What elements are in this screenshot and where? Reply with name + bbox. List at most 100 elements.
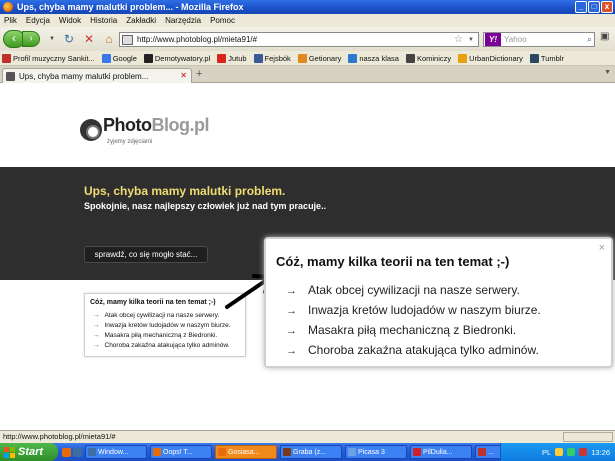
task-app-icon <box>478 448 486 456</box>
theories-title-small: Cóż, mamy kilka teorii na ten temat ;-) <box>90 299 216 306</box>
firefox-icon <box>3 2 13 12</box>
site-identity-icon[interactable] <box>122 34 133 45</box>
taskbar-task[interactable]: Window... <box>85 445 147 459</box>
menu-historia[interactable]: Historia <box>90 16 117 25</box>
menu-widok[interactable]: Widok <box>59 16 81 25</box>
url-bar[interactable]: http://www.photoblog.pl/mieta91/# ☆ ▼ <box>119 32 479 47</box>
bookmark-favicon-icon <box>529 53 539 63</box>
arrow-icon: → <box>93 312 100 319</box>
bookmark-item[interactable]: Kominiczy <box>405 53 451 63</box>
list-item: → Atak obcej cywilizacji na nasze serwery… <box>286 283 520 297</box>
back-forward-group: ‹ › <box>3 30 47 48</box>
menu-narzedzia[interactable]: Narzędzia <box>165 16 201 25</box>
photoblog-logo[interactable]: PhotoBlog.pl żyjemy zdjęciami <box>80 115 209 145</box>
check-what-happened-button[interactable]: sprawdź, co się mogło stać... <box>84 246 208 263</box>
arrow-icon: → <box>286 325 297 337</box>
search-input[interactable]: Yahoo <box>504 35 527 44</box>
bookmark-label: Profil muzyczny Sankit... <box>13 53 95 63</box>
forward-button[interactable]: › <box>22 31 40 47</box>
taskbar-task[interactable]: Picasa 3 <box>345 445 407 459</box>
tab-close-icon[interactable]: ✕ <box>180 71 187 80</box>
menu-zakladki[interactable]: Zakładki <box>126 16 156 25</box>
clock: 13:26 <box>591 447 610 457</box>
close-icon[interactable]: × <box>599 242 605 254</box>
tray-network-icon[interactable] <box>567 448 576 456</box>
logo-wordmark: PhotoBlog.pl <box>103 115 209 135</box>
task-label: Gosiasa... <box>228 448 260 456</box>
task-label: Graba (z... <box>293 448 327 456</box>
bookmark-favicon-icon <box>348 53 358 63</box>
reload-icon[interactable]: ↻ <box>61 31 77 47</box>
menu-edycja[interactable]: Edycja <box>26 16 50 25</box>
arrow-icon: → <box>286 345 297 357</box>
firefox-quicklaunch-icon[interactable] <box>62 447 71 457</box>
new-tab-button[interactable]: + <box>196 68 202 80</box>
maximize-button[interactable]: □ <box>588 1 600 13</box>
status-text: http://www.photoblog.pl/mieta91/# <box>3 432 116 441</box>
list-item: → Masakra piłą mechaniczną z Biedronki. <box>93 332 218 339</box>
theories-box-small: Cóż, mamy kilka teorii na ten temat ;-) … <box>84 293 246 357</box>
bookmark-item[interactable]: UrbanDictionary <box>458 53 523 63</box>
tab-active[interactable]: Ups, chyba mamy malutki problem... ✕ <box>2 68 192 83</box>
task-app-icon <box>218 448 226 456</box>
bookmark-label: Fejsbók <box>264 53 291 63</box>
task-app-icon <box>88 448 96 456</box>
taskbar-task[interactable]: Graba (z... <box>280 445 342 459</box>
system-tray: PL 13:26 <box>500 443 615 461</box>
camera-logo-icon <box>80 119 102 141</box>
search-icon[interactable]: ⌕ <box>587 34 592 45</box>
theories-list-small: → Atak obcej cywilizacji na nasze serwery… <box>93 311 245 351</box>
bookmark-star-icon[interactable]: ☆ <box>454 34 468 45</box>
bookmark-favicon-icon <box>458 53 468 63</box>
ie-quicklaunch-icon[interactable] <box>73 447 82 457</box>
tab-list-icon[interactable]: ▼ <box>604 69 611 76</box>
search-bar[interactable]: Y! Yahoo ⌕ <box>483 32 595 47</box>
taskbar-task[interactable]: PilDulia... <box>410 445 472 459</box>
close-button[interactable]: x <box>601 1 613 13</box>
bookmark-favicon-icon <box>217 53 227 63</box>
bookmark-item[interactable]: Fejsbók <box>253 53 291 63</box>
bookmark-item[interactable]: nasza klasa <box>348 53 399 63</box>
list-item: → Inwazja kretów ludojadów w naszym biurz… <box>286 303 541 317</box>
tray-antivirus-icon[interactable] <box>579 448 588 456</box>
bookmark-favicon-icon <box>143 53 153 63</box>
quick-launch <box>62 447 82 457</box>
start-button[interactable]: Start <box>0 443 58 461</box>
taskbar-task[interactable]: Gosiasa... <box>215 445 277 459</box>
error-subtitle: Spokojnie, nasz najlepszy człowiek już n… <box>84 201 327 211</box>
task-app-icon <box>348 448 356 456</box>
task-app-icon <box>283 448 291 456</box>
bookmark-item[interactable]: Demotywatory.pl <box>143 53 210 63</box>
bookmark-label: Jutub <box>228 53 247 63</box>
menu-pomoc[interactable]: Pomoc <box>210 16 235 25</box>
task-app-icon <box>153 448 161 456</box>
language-indicator[interactable]: PL <box>542 448 551 457</box>
list-item: → Masakra piłą mechaniczną z Biedronki. <box>286 323 517 337</box>
toolbar-addon-icon[interactable]: ▣ <box>600 31 612 45</box>
bookmark-item[interactable]: Tumblr <box>529 53 564 63</box>
history-dropdown-icon[interactable]: ▼ <box>49 36 57 42</box>
navigation-toolbar: ‹ › ▼ ↻ ✕ ⌂ http://www.photoblog.pl/miet… <box>0 27 615 51</box>
stop-icon[interactable]: ✕ <box>81 31 97 47</box>
bookmark-item[interactable]: Getionary <box>297 53 341 63</box>
theories-title: Cóż, mamy kilka teorii na ten temat ;-) <box>276 254 510 269</box>
minimize-button[interactable]: _ <box>575 1 587 13</box>
bookmark-item[interactable]: Profil muzyczny Sankit... <box>2 53 95 63</box>
menu-plik[interactable]: Plik <box>4 16 17 25</box>
arrow-icon: → <box>286 305 297 317</box>
task-label: PilDulia... <box>423 448 453 456</box>
list-item: → Atak obcej cywilizacji na nasze serwery… <box>93 312 220 319</box>
bookmark-label: Tumblr <box>540 53 564 63</box>
theories-box-zoomed: × Cóż, mamy kilka teorii na ten temat ;-… <box>264 237 613 368</box>
tray-app-icon[interactable] <box>555 448 564 456</box>
home-icon[interactable]: ⌂ <box>101 31 117 47</box>
task-label: ... <box>488 448 494 456</box>
logo-tagline: żyjemy zdjęciami <box>107 139 153 145</box>
bookmark-item[interactable]: Jutub <box>217 53 247 63</box>
bookmark-item[interactable]: Google <box>101 53 137 63</box>
yahoo-engine-icon[interactable]: Y! <box>485 33 501 46</box>
taskbar-task[interactable]: Oops! T... <box>150 445 212 459</box>
url-text[interactable]: http://www.photoblog.pl/mieta91/# <box>137 35 454 44</box>
tab-favicon-icon <box>6 71 15 81</box>
url-dropdown-icon[interactable]: ▼ <box>468 37 478 43</box>
